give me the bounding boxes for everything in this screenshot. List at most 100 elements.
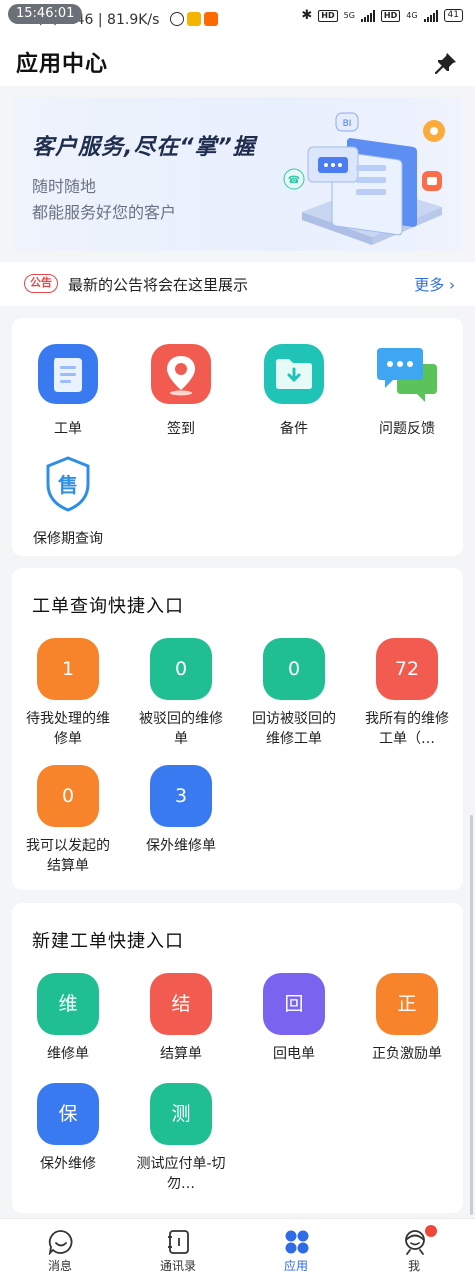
query-shortcut-item[interactable]: 0 我可以发起的结算单 [12,765,124,876]
create-shortcut-item[interactable]: 测测试应付单-切勿… [125,1083,237,1194]
create-shortcut-label: 正负激励单 [372,1046,442,1062]
contacts-book-icon [168,1230,189,1254]
create-shortcut-item[interactable]: 结结算单 [125,973,237,1064]
create-shortcut-item[interactable]: 正正负激励单 [351,973,463,1064]
warranty-shield-icon: 售 [46,456,90,512]
create-shortcut-card: 新建工单快捷入口 维维修单结结算单回回电单正正负激励单保保外维修测测试应付单-切… [12,903,463,1213]
create-shortcut-label: 回电单 [273,1046,315,1062]
nav-item-messages[interactable]: 消息 [1,1219,119,1279]
query-shortcut-label: 待我处理的维修单 [26,711,110,747]
nav-item-me[interactable]: 我 [355,1219,473,1279]
create-shortcut-tile: 保 [37,1083,99,1145]
create-shortcut-tile: 测 [150,1083,212,1145]
nav-label: 我 [407,1259,420,1273]
query-shortcut-label: 我可以发起的结算单 [26,838,110,874]
promo-banner[interactable]: 客户服务,尽在“掌”握 随时随地 都能服务好您的客户 ☎ BI [14,97,462,251]
message-smile-icon [48,1230,73,1255]
nav-label: 应用 [283,1259,308,1273]
query-shortcut-item[interactable]: 3 保外维修单 [125,765,237,856]
create-shortcut-tile: 正 [376,973,438,1035]
app-warranty-query[interactable]: 售 保修期查询 [12,452,124,549]
query-shortcut-tile: 72 [376,638,438,700]
nav-label: 通讯录 [159,1259,196,1273]
query-shortcut-label: 回访被驳回的维修工单 [252,711,336,747]
apps-grid-icon [285,1230,309,1254]
5g-label: 5G [343,11,355,20]
create-shortcut-item[interactable]: 保保外维修 [12,1083,124,1174]
create-shortcut-tile: 维 [37,973,99,1035]
query-shortcut-item[interactable]: 0 回访被驳回的维修工单 [238,638,350,749]
announcement-bar: 公告 最新的公告将会在这里展示 更多 › [0,262,475,306]
query-shortcut-label: 我所有的维修工单（… [365,711,449,747]
work-order-icon [38,344,98,404]
app-label: 保修期查询 [33,531,103,547]
weibo-icon [186,12,201,26]
query-shortcut-label: 保外维修单 [146,838,216,854]
pin-icon[interactable] [433,50,459,76]
query-shortcut-tile: 0 [37,765,99,827]
status-bar: 下午5:46 | 81.9K/s 15:46:01 ✱ HD 5G HD 4G … [0,0,475,38]
query-shortcut-label: 被驳回的维修单 [139,711,223,747]
page-title: 应用中心 [16,52,109,77]
svg-text:☎: ☎ [288,175,300,186]
section-title: 新建工单快捷入口 [32,931,184,952]
query-shortcut-card: 工单查询快捷入口 1 待我处理的维修单 0 被驳回的维修单 0 回访被驳回的维修工单 72 我… [12,568,463,890]
nav-item-contacts[interactable]: 通讯录 [119,1219,237,1279]
more-link[interactable]: 更多 › [414,274,455,295]
notification-dot [425,1225,437,1237]
bluetooth-icon: ✱ [301,8,313,23]
app-header: 应用中心 [0,38,475,86]
query-shortcut-tile: 0 [263,638,325,700]
taobao-icon [203,12,218,26]
create-shortcut-label: 保外维修 [40,1156,96,1172]
nav-label: 消息 [47,1259,72,1273]
clock-overlay: 15:46:01 [8,4,83,24]
create-shortcut-item[interactable]: 回回电单 [238,973,350,1064]
hd-badge-2: HD [380,9,401,22]
signal-icon-2 [423,9,438,22]
app-label: 签到 [167,421,195,437]
app-spare-parts[interactable]: 备件 [238,342,350,439]
app-work-order[interactable]: 工单 [12,342,124,439]
query-shortcut-tile: 3 [150,765,212,827]
query-shortcut-item[interactable]: 0 被驳回的维修单 [125,638,237,749]
hd-badge: HD [318,9,338,22]
nav-item-apps[interactable]: 应用 [237,1219,355,1279]
create-shortcut-label: 测试应付单-切勿… [136,1156,226,1192]
announcement-badge: 公告 [24,274,58,293]
alarm-icon [169,12,184,26]
svg-text:售: 售 [58,473,78,497]
banner-line-1: 随时随地 [32,177,97,196]
4g-label: 4G [406,11,418,20]
app-label: 工单 [54,421,82,437]
query-shortcut-tile: 1 [37,638,99,700]
banner-illustration: ☎ BI [283,112,445,245]
app-feedback[interactable]: 问题反馈 [351,342,463,439]
status-right: ✱ HD 5G HD 4G 41 [301,8,463,23]
query-shortcut-item[interactable]: 72 我所有的维修工单（… [351,638,463,749]
create-shortcut-label: 维修单 [47,1046,89,1062]
scrollbar[interactable] [470,815,473,1215]
create-shortcut-tile: 回 [263,973,325,1035]
app-check-in[interactable]: 签到 [125,342,237,439]
app-label: 备件 [280,421,308,437]
section-title: 工单查询快捷入口 [32,596,184,617]
announcement-text: 最新的公告将会在这里展示 [68,276,249,294]
app-label: 问题反馈 [379,421,435,437]
location-pin-icon [151,344,211,404]
apps-card: 工单 签到 备件 问题反馈 售 保修期查询 [12,318,463,556]
query-shortcut-item[interactable]: 1 待我处理的维修单 [12,638,124,749]
bottom-navigation: 消息 通讯录 应用 我 [0,1218,475,1279]
svg-text:BI: BI [343,119,352,129]
signal-icon [360,9,375,22]
chat-bubbles-icon [377,348,437,402]
banner-line-2: 都能服务好您的客户 [32,203,177,222]
banner-title: 客户服务,尽在“掌”握 [32,135,256,160]
query-shortcut-tile: 0 [150,638,212,700]
folder-download-icon [264,344,324,404]
battery-icon: 41 [443,9,463,22]
create-shortcut-tile: 结 [150,973,212,1035]
user-profile-icon [405,1230,425,1255]
create-shortcut-item[interactable]: 维维修单 [12,973,124,1064]
create-shortcut-label: 结算单 [160,1046,202,1062]
